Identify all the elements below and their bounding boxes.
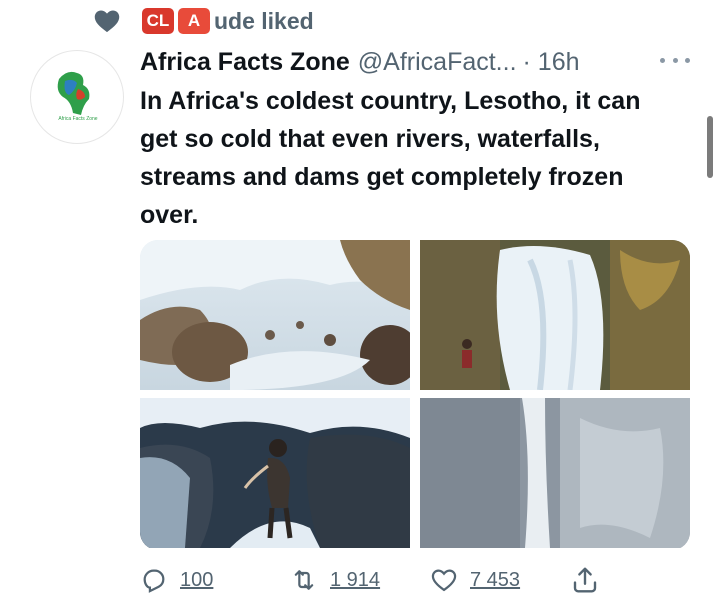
like-button[interactable]: 7 453 xyxy=(430,560,520,600)
like-icon xyxy=(431,569,457,592)
media-frozen-stream-person[interactable] xyxy=(140,398,410,548)
heart-icon xyxy=(94,10,120,33)
tweet-text: In Africa's coldest country, Lesotho, it… xyxy=(140,87,641,229)
like-count: 7 453 xyxy=(470,568,521,591)
social-context: CL A ude liked xyxy=(92,4,314,38)
reply-button[interactable]: 100 xyxy=(140,560,213,600)
tweet-header: Africa Facts Zone @AfricaFact... · 16h xyxy=(140,44,660,80)
reply-icon xyxy=(143,569,165,593)
retweet-button[interactable]: 1 914 xyxy=(290,560,380,600)
avatar-logo-text: Africa Facts Zone xyxy=(58,116,97,122)
media-grid xyxy=(140,240,690,550)
liked-by-text[interactable]: ude liked xyxy=(214,8,314,35)
tweet-actions: 100 1 914 7 453 xyxy=(140,560,610,600)
media-frozen-waterfall[interactable] xyxy=(420,240,690,390)
author-handle[interactable]: @AfricaFact... xyxy=(358,48,517,77)
media-frozen-cliff[interactable] xyxy=(420,398,690,548)
share-icon[interactable] xyxy=(570,564,600,596)
cl-badge: CL xyxy=(142,8,174,34)
retweet-icon xyxy=(294,570,314,590)
media-frozen-river[interactable] xyxy=(140,240,410,390)
more-icon[interactable] xyxy=(660,50,690,70)
a-badge: A xyxy=(178,8,210,34)
scrollbar[interactable] xyxy=(707,116,713,178)
avatar[interactable]: Africa Facts Zone xyxy=(30,50,124,144)
reply-count: 100 xyxy=(180,568,214,591)
author-name[interactable]: Africa Facts Zone xyxy=(140,48,350,77)
retweet-count: 1 914 xyxy=(330,568,381,591)
tweet-time[interactable]: · 16h xyxy=(523,48,580,77)
